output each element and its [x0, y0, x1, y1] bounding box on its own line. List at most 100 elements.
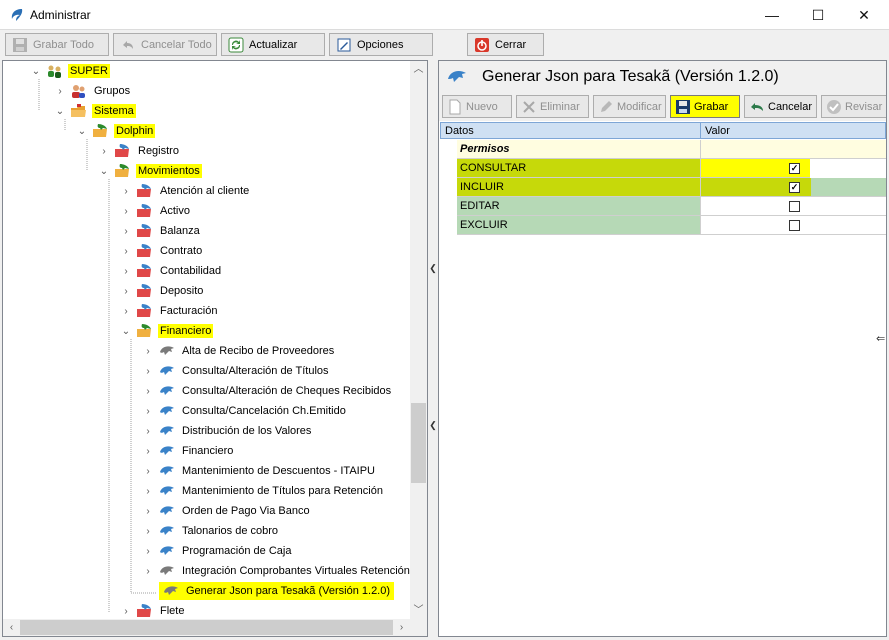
checkbox-checked[interactable]: ✓	[789, 182, 800, 193]
expand-arrow-icon[interactable]: ›	[121, 206, 131, 217]
expand-arrow-icon[interactable]: ›	[143, 506, 153, 517]
tree-node-contrato[interactable]: › Contrato	[121, 242, 204, 260]
expand-arrow-icon[interactable]: ›	[143, 386, 153, 397]
panel-splitter[interactable]: ❮ ❮	[429, 60, 437, 637]
expand-arrow-icon[interactable]: ›	[121, 266, 131, 277]
tree-node-financiero-leaf[interactable]: › Financiero	[143, 442, 235, 460]
save-button[interactable]: Grabar	[670, 95, 740, 118]
options-button[interactable]: Opciones	[329, 33, 433, 56]
collapse-left-icon[interactable]: ❮	[429, 263, 437, 274]
tree-node-balanza[interactable]: › Balanza	[121, 222, 202, 240]
expand-arrow-icon[interactable]: ›	[143, 426, 153, 437]
expand-arrow-icon[interactable]: ›	[143, 546, 153, 557]
tree-node-contabilidad[interactable]: › Contabilidad	[121, 262, 223, 280]
cancel-button[interactable]: Cancelar	[744, 95, 817, 118]
tree-node-facturacion[interactable]: › Facturación	[121, 302, 219, 320]
expand-arrow-icon[interactable]: ›	[143, 566, 153, 577]
expand-arrow-icon[interactable]: ›	[121, 246, 131, 257]
column-header-value[interactable]: Valor	[705, 125, 730, 137]
minimize-button[interactable]: —	[749, 0, 795, 30]
tree-node-movimientos[interactable]: ⌄ Movimientos	[99, 162, 202, 180]
collapse-left-icon[interactable]: ❮	[429, 420, 437, 431]
row-value-cell[interactable]	[700, 216, 886, 235]
tree-node-grupos[interactable]: › Grupos	[55, 82, 132, 100]
collapse-arrow-icon[interactable]: ⌄	[77, 126, 87, 137]
expand-arrow-icon[interactable]: ›	[143, 486, 153, 497]
scroll-left-arrow-icon[interactable]: ‹	[3, 619, 20, 636]
tree-node-atencion[interactable]: › Atención al cliente	[121, 182, 251, 200]
undo-icon	[751, 102, 763, 111]
collapse-arrow-icon[interactable]: ⌄	[31, 66, 41, 77]
checkbox-checked[interactable]: ✓	[789, 163, 800, 174]
save-all-button[interactable]: Grabar Todo	[5, 33, 109, 56]
row-value-cell[interactable]	[700, 197, 886, 216]
collapse-arrow-icon[interactable]: ⌄	[55, 106, 65, 117]
maximize-button[interactable]: ☐	[795, 0, 841, 30]
expand-arrow-icon[interactable]: ›	[143, 466, 153, 477]
tree-node-flete[interactable]: › Flete	[121, 602, 186, 620]
permissions-tree[interactable]: ⌄ SUPER › Grupos ⌄ Sistema ⌄ Dolphin › R…	[2, 60, 428, 637]
expand-arrow-icon[interactable]: ›	[143, 366, 153, 377]
checkbox-unchecked[interactable]	[789, 220, 800, 231]
tree-vertical-scrollbar[interactable]: ︿ ﹀	[410, 61, 427, 619]
grid-row-consultar[interactable]: CONSULTAR ✓	[440, 159, 886, 178]
tree-node-mant-titulos[interactable]: › Mantenimiento de Títulos para Retenció…	[143, 482, 385, 500]
tree-node-activo[interactable]: › Activo	[121, 202, 192, 220]
review-button[interactable]: Revisar	[821, 95, 886, 118]
users-icon	[72, 85, 85, 98]
expand-arrow-icon[interactable]: ›	[99, 146, 109, 157]
row-value-cell[interactable]: ✓	[700, 159, 810, 178]
collapse-arrow-icon[interactable]: ⌄	[121, 326, 131, 337]
tree-node-label: Contabilidad	[160, 265, 222, 277]
expand-arrow-icon[interactable]: ›	[143, 526, 153, 537]
dolphin-icon	[160, 506, 174, 515]
close-window-button[interactable]: ✕	[841, 0, 887, 30]
grid-row-editar[interactable]: EDITAR	[440, 197, 886, 216]
tree-node-financiero[interactable]: ⌄ Financiero	[121, 322, 214, 340]
expand-arrow-icon[interactable]: ›	[143, 446, 153, 457]
expand-arrow-icon[interactable]: ›	[121, 186, 131, 197]
tree-node-registro[interactable]: › Registro	[99, 142, 181, 160]
cancel-all-button[interactable]: Cancelar Todo	[113, 33, 217, 56]
collapse-arrow-icon[interactable]: ⌄	[99, 166, 109, 177]
scroll-down-arrow-icon[interactable]: ﹀	[410, 602, 427, 619]
tree-node-generar-json[interactable]: Generar Json para Tesakã (Versión 1.2.0)	[159, 582, 395, 600]
expand-arrow-icon[interactable]: ›	[121, 606, 131, 617]
tree-node-orden-pago[interactable]: › Orden de Pago Via Banco	[143, 502, 312, 520]
expand-arrow-icon[interactable]: ›	[121, 306, 131, 317]
refresh-button[interactable]: Actualizar	[221, 33, 325, 56]
scroll-thumb[interactable]	[411, 403, 426, 483]
expand-arrow-icon[interactable]: ›	[143, 346, 153, 357]
tree-node-deposito[interactable]: › Deposito	[121, 282, 205, 300]
expand-arrow-icon[interactable]: ›	[143, 406, 153, 417]
expand-arrow-icon[interactable]: ›	[121, 286, 131, 297]
scroll-right-arrow-icon[interactable]: ›	[393, 619, 410, 636]
row-value-cell[interactable]: ✓	[700, 178, 886, 197]
scroll-up-arrow-icon[interactable]: ︿	[410, 61, 427, 78]
scroll-thumb[interactable]	[20, 620, 393, 635]
tree-node-consulta-cheques[interactable]: › Consulta/Alteración de Cheques Recibid…	[143, 382, 393, 400]
tree-node-programacion[interactable]: › Programación de Caja	[143, 542, 293, 560]
tree-node-talonarios[interactable]: › Talonarios de cobro	[143, 522, 280, 540]
delete-button[interactable]: Eliminar	[516, 95, 589, 118]
tree-node-distribucion[interactable]: › Distribución de los Valores	[143, 422, 313, 440]
expand-arrow-icon[interactable]: ›	[55, 86, 65, 97]
checkbox-unchecked[interactable]	[789, 201, 800, 212]
modify-button[interactable]: Modificar	[593, 95, 666, 118]
tree-node-alta-recibo[interactable]: › Alta de Recibo de Proveedores	[143, 342, 336, 360]
expand-arrow-icon[interactable]: ›	[121, 226, 131, 237]
tree-node-dolphin[interactable]: ⌄ Dolphin	[77, 122, 156, 140]
grid-row-incluir[interactable]: INCLUIR ✓	[440, 178, 886, 197]
tree-node-sistema[interactable]: ⌄ Sistema	[55, 102, 136, 120]
new-button[interactable]: Nuevo	[442, 95, 512, 118]
tree-node-mant-descuentos[interactable]: › Mantenimiento de Descuentos - ITAIPU	[143, 462, 377, 480]
tree-node-consulta-cancelacion[interactable]: › Consulta/Cancelación Ch.Emitido	[143, 402, 348, 420]
module-icon	[115, 164, 129, 177]
tree-node-integracion[interactable]: › Integración Comprobantes Virtuales Ret…	[143, 562, 419, 580]
grid-row-excluir[interactable]: EXCLUIR	[440, 216, 886, 235]
tree-node-super[interactable]: ⌄ SUPER	[31, 62, 110, 80]
column-header-data[interactable]: Datos	[445, 125, 474, 137]
tree-horizontal-scrollbar[interactable]: ‹ ›	[3, 619, 410, 636]
tree-node-consulta-titulos[interactable]: › Consulta/Alteración de Títulos	[143, 362, 331, 380]
close-button[interactable]: Cerrar	[467, 33, 544, 56]
